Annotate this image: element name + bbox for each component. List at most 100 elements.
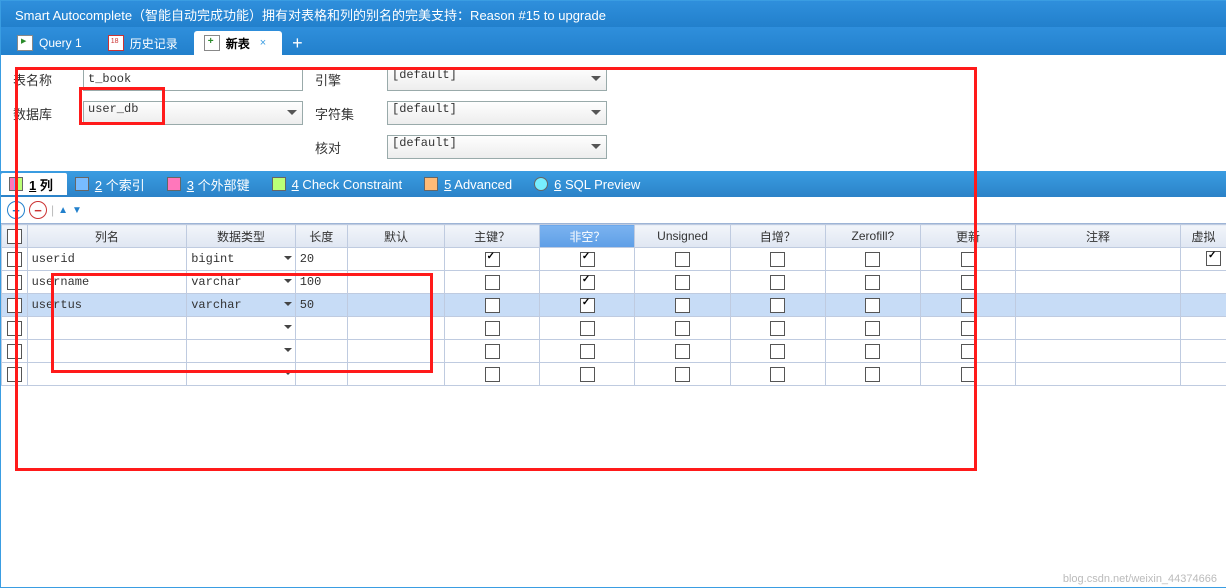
col-header-update[interactable]: 更新 [920, 225, 1015, 248]
cell-type[interactable] [187, 317, 295, 340]
checkbox[interactable] [961, 367, 976, 382]
cell-comment[interactable] [1016, 317, 1181, 340]
checkbox[interactable] [485, 344, 500, 359]
checkbox[interactable] [770, 298, 785, 313]
checkbox[interactable] [675, 344, 690, 359]
checkbox[interactable] [675, 298, 690, 313]
checkbox[interactable] [865, 367, 880, 382]
cell-virtual[interactable] [1180, 363, 1226, 386]
cell-type[interactable]: varchar [187, 294, 295, 317]
checkbox[interactable] [580, 367, 595, 382]
close-icon[interactable]: × [260, 37, 266, 49]
checkbox[interactable] [580, 275, 595, 290]
col-header-virtual[interactable]: 虚拟 [1180, 225, 1226, 248]
cell-virtual[interactable] [1180, 340, 1226, 363]
checkbox[interactable] [961, 252, 976, 267]
move-up-button[interactable]: ▲ [58, 205, 68, 216]
cell-default[interactable] [347, 294, 444, 317]
add-column-button[interactable]: + [7, 201, 25, 219]
cell-len[interactable] [295, 340, 347, 363]
checkbox[interactable] [7, 275, 22, 290]
cell-default[interactable] [347, 340, 444, 363]
checkbox[interactable] [770, 367, 785, 382]
cell-default[interactable] [347, 248, 444, 271]
charset-select[interactable]: [default] [387, 101, 607, 125]
col-header-type[interactable]: 数据类型 [187, 225, 295, 248]
cell-default[interactable] [347, 363, 444, 386]
database-select[interactable]: user_db [83, 101, 303, 125]
tab-history[interactable]: 历史记录 [98, 31, 194, 55]
select-all-checkbox[interactable] [7, 229, 22, 244]
checkbox[interactable] [485, 298, 500, 313]
checkbox[interactable] [485, 367, 500, 382]
cell-comment[interactable] [1016, 294, 1181, 317]
col-header-comment[interactable]: 注释 [1016, 225, 1181, 248]
table-row[interactable] [2, 340, 1226, 363]
checkbox[interactable] [580, 344, 595, 359]
checkbox[interactable] [961, 344, 976, 359]
checkbox[interactable] [865, 321, 880, 336]
checkbox[interactable] [961, 321, 976, 336]
checkbox[interactable] [580, 321, 595, 336]
checkbox[interactable] [675, 367, 690, 382]
cell-type[interactable] [187, 363, 295, 386]
checkbox[interactable] [485, 252, 500, 267]
tab-query1[interactable]: Query 1 [7, 31, 98, 55]
master-checkbox[interactable] [1206, 251, 1221, 266]
checkbox[interactable] [485, 275, 500, 290]
col-header-def[interactable]: 默认 [347, 225, 444, 248]
cell-type[interactable]: bigint [187, 248, 295, 271]
subtab-sql[interactable]: 6 SQL Preview [526, 173, 654, 195]
table-name-input[interactable] [83, 67, 303, 91]
subtab-chk[interactable]: 4 Check Constraint [264, 173, 417, 195]
subtab-adv[interactable]: 5 Advanced [416, 173, 526, 195]
col-header-name[interactable]: 列名 [27, 225, 187, 248]
checkbox[interactable] [485, 321, 500, 336]
checkbox[interactable] [770, 344, 785, 359]
table-row[interactable]: usertusvarchar50 [2, 294, 1226, 317]
checkbox[interactable] [961, 275, 976, 290]
checkbox[interactable] [580, 252, 595, 267]
checkbox[interactable] [675, 275, 690, 290]
table-row[interactable] [2, 363, 1226, 386]
checkbox[interactable] [865, 344, 880, 359]
cell-name[interactable]: usertus [27, 294, 187, 317]
checkbox[interactable] [865, 298, 880, 313]
cell-virtual[interactable] [1180, 294, 1226, 317]
checkbox[interactable] [7, 344, 22, 359]
cell-name[interactable] [27, 363, 187, 386]
cell-comment[interactable] [1016, 363, 1181, 386]
col-header-notnull[interactable]: 非空？ [540, 225, 635, 248]
checkbox[interactable] [675, 321, 690, 336]
cell-type[interactable]: varchar [187, 271, 295, 294]
checkbox[interactable] [580, 298, 595, 313]
subtab-col[interactable]: 1 列 [1, 173, 67, 195]
cell-type[interactable] [187, 340, 295, 363]
cell-len[interactable]: 20 [295, 248, 347, 271]
checkbox[interactable] [770, 275, 785, 290]
checkbox[interactable] [770, 252, 785, 267]
subtab-idx[interactable]: 2 个索引 [67, 173, 159, 195]
checkbox[interactable] [675, 252, 690, 267]
add-tab-button[interactable]: + [282, 31, 313, 55]
cell-virtual[interactable] [1180, 317, 1226, 340]
table-row[interactable]: useridbigint20 [2, 248, 1226, 271]
cell-comment[interactable] [1016, 340, 1181, 363]
table-row[interactable] [2, 317, 1226, 340]
checkbox[interactable] [7, 298, 22, 313]
checkbox[interactable] [865, 275, 880, 290]
checkbox[interactable] [770, 321, 785, 336]
cell-len[interactable] [295, 317, 347, 340]
cell-default[interactable] [347, 271, 444, 294]
subtab-fk[interactable]: 3 个外部键 [159, 173, 264, 195]
cell-len[interactable]: 100 [295, 271, 347, 294]
checkbox[interactable] [7, 252, 22, 267]
col-header-pk[interactable]: 主键？ [445, 225, 540, 248]
checkbox[interactable] [7, 367, 22, 382]
cell-default[interactable] [347, 317, 444, 340]
cell-name[interactable]: username [27, 271, 187, 294]
col-header-zerofill[interactable]: Zerofill? [825, 225, 920, 248]
tab-new-table[interactable]: 新表× [194, 31, 282, 55]
checkbox[interactable] [961, 298, 976, 313]
col-header-len[interactable]: 长度 [295, 225, 347, 248]
